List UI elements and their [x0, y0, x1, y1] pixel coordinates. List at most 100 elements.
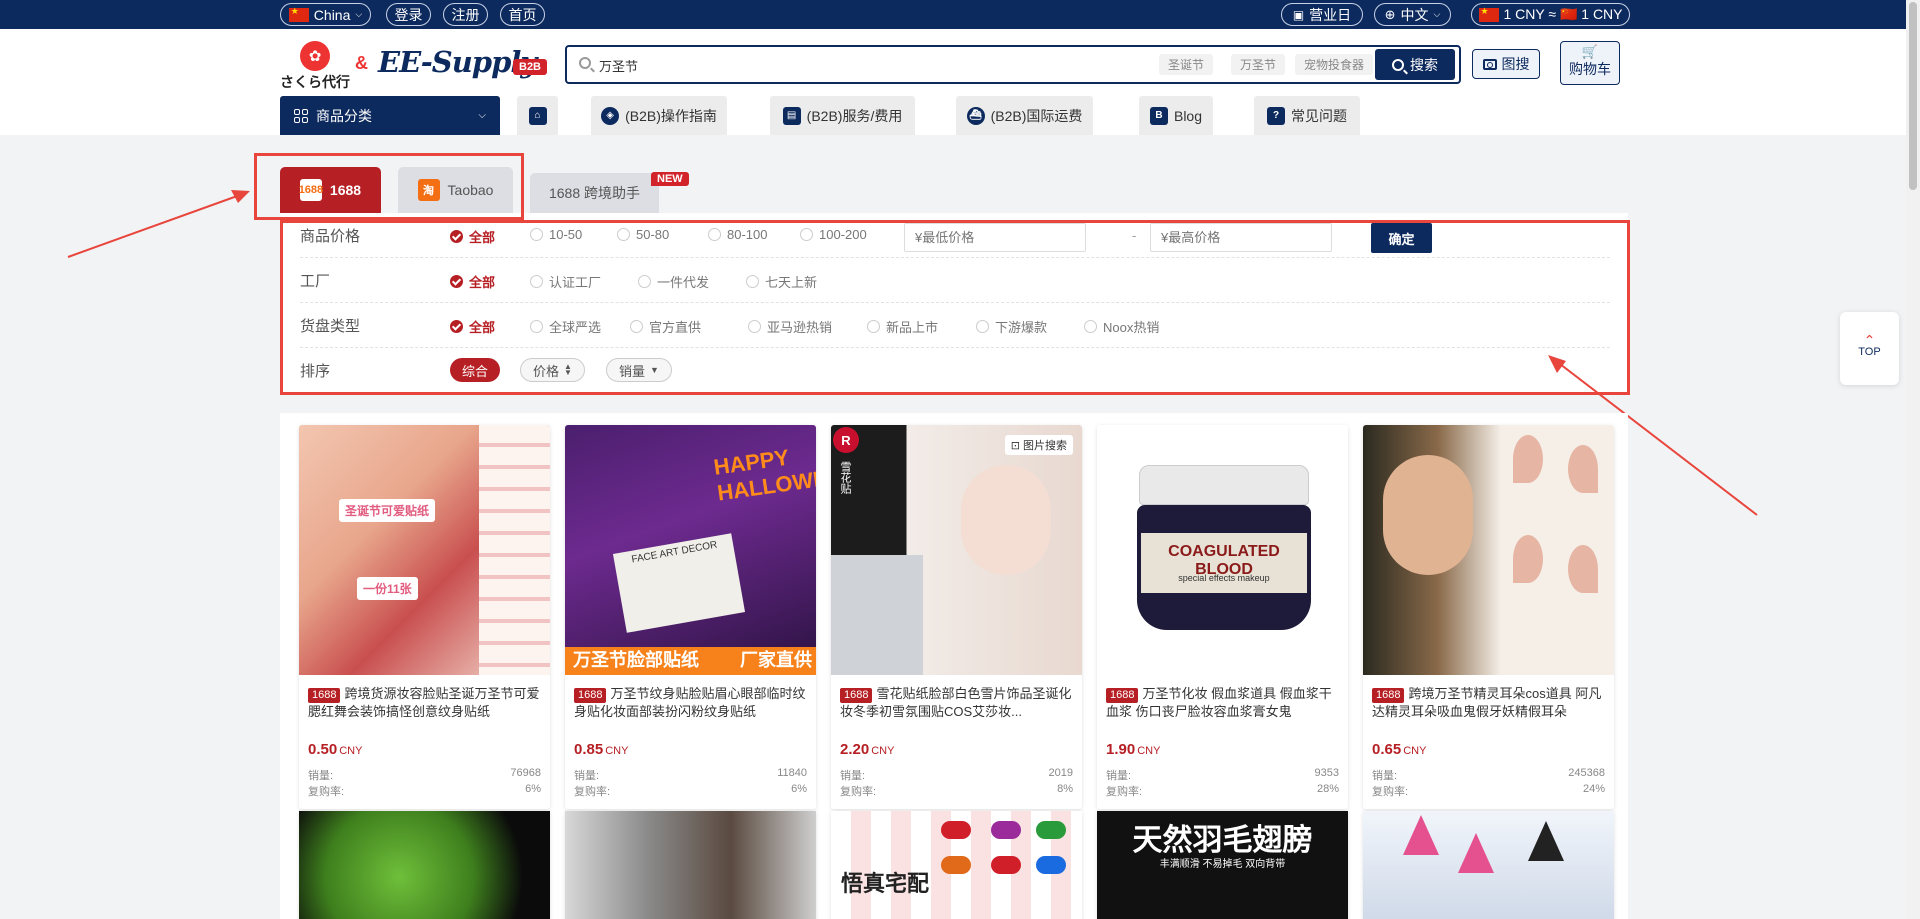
search-suggestion-chip[interactable]: 万圣节 [1231, 54, 1286, 75]
nav-international-shipping[interactable]: ⛴ (B2B)国际运费 [956, 96, 1093, 135]
ship-icon: ⛴ [966, 106, 985, 125]
product-card[interactable] [565, 811, 816, 919]
elf-ear [1513, 535, 1543, 583]
cart-label: 购物车 [1569, 61, 1611, 77]
product-title[interactable]: 1688 万圣节化妆 假血浆道具 假血浆干血浆 伤口丧尸脸妆容血浆膏女鬼 [1106, 685, 1341, 721]
product-sales: 销量: 245368 [1372, 767, 1605, 782]
image-caption: 天然羽毛翅膀 [1132, 824, 1313, 857]
product-card[interactable] [299, 811, 550, 919]
nav-operation-guide[interactable]: ◈ (B2B)操作指南 [591, 96, 727, 135]
sticker-sheet [479, 425, 550, 675]
page-scrollbar[interactable] [1906, 0, 1920, 919]
login-link[interactable]: 登录 [386, 3, 431, 26]
elf-ear [1568, 545, 1598, 593]
image-caption: 雪花贴 [839, 461, 851, 494]
product-card[interactable]: COAGULATED BLOOD special effects makeup … [1097, 425, 1348, 809]
language-label: 中文 [1400, 6, 1429, 23]
image-caption: 圣诞节可爱贴纸 [339, 499, 436, 522]
chevron-down-icon: ⌵ [478, 110, 486, 121]
image-search-badge[interactable]: ⊡ 图片搜索 [1004, 435, 1073, 455]
product-price: 0.85 CNY [574, 741, 629, 758]
nav-service-fees[interactable]: ▤ (B2B)服务/费用 [770, 96, 915, 135]
product-sales: 销量: 2019 [840, 767, 1073, 782]
product-card[interactable]: 天然羽毛翅膀 丰满顺滑 不易掉毛 双向背带 [1097, 811, 1348, 919]
nav-home-button[interactable]: ⌂ [517, 96, 558, 135]
search-icon [1392, 58, 1404, 71]
tab-label: 1688 跨境助手 [548, 185, 641, 201]
register-link[interactable]: 注册 [443, 3, 488, 26]
product-card[interactable]: 1688 跨境万圣节精灵耳朵cos道具 阿凡达精灵耳朵吸血鬼假牙妖精假耳朵 0.6… [1363, 425, 1614, 809]
china-flag-icon [288, 6, 309, 22]
product-image[interactable] [1363, 425, 1614, 675]
search-button[interactable]: 搜索 [1375, 49, 1455, 80]
product-card[interactable]: R 雪花贴 ⊡ 图片搜索 1688 雪花贴纸脸部白色雪片饰品圣诞化妆冬季初雪氛围贴… [831, 425, 1082, 809]
product-title[interactable]: 1688 跨境万圣节精灵耳朵cos道具 阿凡达精灵耳朵吸血鬼假牙妖精假耳朵 [1372, 685, 1607, 721]
tab-1688-cross-border[interactable]: 1688 跨境助手 [530, 173, 659, 213]
image-caption: 厂家直供 [740, 650, 812, 670]
nav-blog[interactable]: B Blog [1139, 96, 1213, 135]
face-shape [961, 465, 1051, 575]
product-card[interactable]: 圣诞节可爱贴纸 一份11张 1688 跨境货源妆容脸贴圣诞万圣节可爱腮红舞会装饰搞… [299, 425, 550, 809]
image-search-button[interactable]: 图搜 [1472, 49, 1540, 79]
product-price: 0.65 CNY [1372, 741, 1427, 758]
globe-icon: ⊕ [1384, 6, 1396, 22]
annotation-arrowhead [231, 190, 250, 203]
search-suggestion-chip[interactable]: 圣诞节 [1159, 54, 1214, 75]
camera-icon [1482, 58, 1497, 70]
witch-hat [1458, 833, 1494, 873]
product-sales: 销量: 11840 [574, 767, 807, 782]
cart-button[interactable]: 🛒 购物车 [1560, 41, 1620, 85]
platform-tag: 1688 [1372, 688, 1405, 703]
product-repurchase: 复购率: 28% [1106, 783, 1339, 798]
nav-label: (B2B)服务/费用 [806, 107, 903, 124]
home-link[interactable]: 首页 [500, 3, 545, 26]
region-selector[interactable]: China ⌵ [280, 3, 371, 26]
platform-tag: 1688 [840, 688, 873, 703]
product-card[interactable]: 悟真宅配 [831, 811, 1082, 919]
search-input[interactable] [599, 55, 1099, 75]
product-sales: 销量: 76968 [308, 767, 541, 782]
question-icon: ? [1267, 106, 1285, 125]
currency-selector[interactable]: 1 CNY ≈ 🇨🇳 1 CNY [1471, 3, 1630, 26]
mask-shape [941, 856, 971, 874]
snowflake-sheet [831, 555, 923, 675]
product-card[interactable] [1363, 811, 1614, 919]
product-title[interactable]: 1688 跨境货源妆容脸贴圣诞万圣节可爱腮红舞会装饰搞怪创意纹身贴纸 [308, 685, 543, 721]
business-day-button[interactable]: ▣ 营业日 [1281, 3, 1363, 26]
search-suggestion-chip[interactable]: 宠物投食器 [1295, 54, 1374, 75]
product-title-text: 跨境货源妆容脸贴圣诞万圣节可爱腮红舞会装饰搞怪创意纹身贴纸 [308, 686, 540, 719]
top-bar: China ⌵ 登录 注册 首页 ▣ 营业日 ⊕ 中文 ⌵ 1 CNY ≈ 🇨🇳… [0, 0, 1920, 29]
sakura-logo[interactable]: ✿ さくら代行 [280, 41, 350, 91]
platform-tag: 1688 [574, 688, 607, 703]
nav-label: 常见问题 [1291, 107, 1347, 124]
product-sales: 销量: 9353 [1106, 767, 1339, 782]
image-search-label: 图搜 [1501, 56, 1530, 72]
calendar-icon: ▣ [1292, 7, 1305, 22]
blog-icon: B [1149, 106, 1168, 125]
product-title-text: 万圣节化妆 假血浆道具 假血浆干血浆 伤口丧尸脸妆容血浆膏女鬼 [1106, 686, 1332, 719]
language-selector[interactable]: ⊕ 中文 ⌵ [1374, 3, 1451, 26]
back-to-top-button[interactable]: ⌃ TOP [1840, 312, 1899, 385]
product-title[interactable]: 1688 雪花贴纸脸部白色雪片饰品圣诞化妆冬季初雪氛围贴COS艾莎妆... [840, 685, 1075, 721]
image-caption: HAPPY HALLOWEEN [712, 444, 816, 506]
image-caption: 丰满顺滑 不易掉毛 双向背带 [1159, 859, 1286, 870]
product-price: 0.50 CNY [308, 741, 363, 758]
nav-label: (B2B)国际运费 [990, 107, 1083, 124]
product-image[interactable]: HAPPY HALLOWEEN FACE ART DECOR 万圣节脸部贴纸 厂… [565, 425, 816, 675]
compass-icon: ◈ [601, 106, 620, 125]
mask-shape [991, 856, 1021, 874]
category-menu-button[interactable]: 商品分类 ⌵ [280, 96, 500, 135]
annotation-box-tabs [254, 153, 524, 220]
product-card[interactable]: HAPPY HALLOWEEN FACE ART DECOR 万圣节脸部贴纸 厂… [565, 425, 816, 809]
mask-shape [941, 821, 971, 839]
elf-ear [1513, 435, 1543, 483]
china-flag-icon [1478, 6, 1499, 22]
scrollbar-thumb[interactable] [1909, 2, 1917, 190]
product-title[interactable]: 1688 万圣节纹身贴脸贴眉心眼部临时纹身贴化妆面部装扮闪粉纹身贴纸 [574, 685, 809, 721]
product-image[interactable]: 圣诞节可爱贴纸 一份11张 [299, 425, 550, 675]
mask-shape [1036, 856, 1066, 874]
product-image[interactable]: R 雪花贴 ⊡ 图片搜索 [831, 425, 1082, 675]
nav-faq[interactable]: ? 常见问题 [1254, 96, 1360, 135]
product-image[interactable]: COAGULATED BLOOD special effects makeup [1097, 425, 1348, 675]
witch-hat [1528, 821, 1564, 861]
